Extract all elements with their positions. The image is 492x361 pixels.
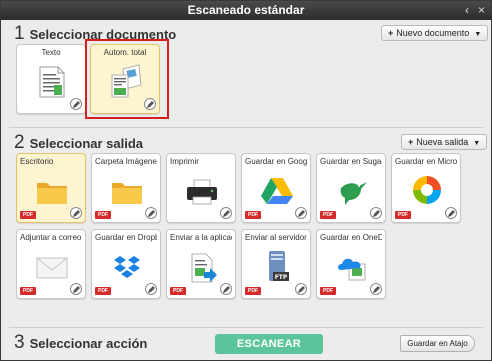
chevron-down-icon: ▼ [474,31,482,38]
separator [9,127,483,128]
pdf-badge: PDF [95,287,111,295]
edit-icon[interactable] [70,207,82,219]
onedrive-icon [338,258,366,281]
card-label: Guardar en OneDr... [320,233,382,242]
folder-icon [37,183,67,204]
card-label: Carpeta Imágenes [95,157,157,166]
output-card-carpeta-imagenes[interactable]: Carpeta Imágenes PDF [91,153,161,223]
output-card-microsoft[interactable]: Guardar en Micros... PDF [391,153,461,223]
pdf-badge: PDF [245,287,261,295]
edit-icon[interactable] [70,283,82,295]
section-number: 1 [14,23,25,44]
output-card-imprimir[interactable]: Imprimir [166,153,236,223]
edit-icon[interactable] [295,283,307,295]
output-card-enviar-aplicacion[interactable]: Enviar a la aplicación PDF [166,229,236,299]
output-card-google-drive[interactable]: Guardar en Googl... PDF [241,153,311,223]
pdf-badge: PDF [20,287,36,295]
google-drive-icon [261,178,293,204]
document-card-texto[interactable]: Texto [16,44,86,114]
scan-window: Escaneado estándar ‹ × 1 Seleccionar docu… [0,0,492,361]
section-title: Seleccionar salida [29,136,144,151]
card-label: Escritorio [20,157,54,166]
title-bar: Escaneado estándar ‹ × [1,1,491,20]
card-label: Guardar en SugarS... [320,157,382,166]
edit-icon[interactable] [370,283,382,295]
back-icon[interactable]: ‹ [465,1,469,20]
window-title: Escaneado estándar [187,3,305,17]
edit-icon[interactable] [145,283,157,295]
save-shortcut-button[interactable]: Guardar en Atajo [400,335,475,352]
edit-icon[interactable] [220,207,232,219]
edit-icon[interactable] [445,207,457,219]
selection-highlight [85,39,169,119]
scan-button[interactable]: ESCANEAR [215,334,323,354]
output-card-onedrive[interactable]: Guardar en OneDr... PDF [316,229,386,299]
edit-icon[interactable] [70,98,82,110]
pdf-badge: PDF [170,287,186,295]
output-card-correo[interactable]: Adjuntar a correo ... PDF [16,229,86,299]
pdf-badge: PDF [320,287,336,295]
edit-icon[interactable] [370,207,382,219]
card-label: Guardar en Googl... [245,157,307,166]
card-label: Texto [41,48,61,57]
card-label: Enviar al servidor F... [245,233,307,242]
ftp-server-icon: FTP [269,251,289,281]
svg-text:FTP: FTP [275,274,288,281]
card-label: Imprimir [170,157,199,166]
new-document-label: Nuevo documento [396,28,470,38]
section-title: Seleccionar acción [29,336,148,351]
output-card-escritorio[interactable]: Escritorio PDF [16,153,86,223]
section-number: 2 [14,132,25,153]
output-card-servidor-ftp[interactable]: Enviar al servidor F... FTP PDF [241,229,311,299]
folder-icon [112,183,142,204]
sugarsync-icon [340,182,367,205]
section-select-output: 2 Seleccionar salida [14,132,143,154]
new-document-button[interactable]: + Nuevo documento ▼ [381,25,489,41]
plus-icon: + [388,28,394,38]
pdf-badge: PDF [395,211,411,219]
edit-icon[interactable] [145,207,157,219]
edit-icon[interactable] [295,207,307,219]
card-label: Guardar en Micros... [395,157,457,166]
mail-icon [36,257,68,279]
new-output-label: Nueva salida [416,137,469,147]
printer-icon [187,179,217,205]
card-label: Enviar a la aplicación [170,233,232,242]
section-number: 3 [14,332,25,353]
edit-icon[interactable] [220,283,232,295]
dropbox-icon [114,256,140,278]
card-label: Guardar en Dropb... [95,233,157,242]
pdf-badge: PDF [20,211,36,219]
microsoft-icon [413,176,441,204]
section-select-action: 3 Seleccionar acción [14,332,147,354]
pdf-badge: PDF [245,211,261,219]
new-output-button[interactable]: + Nueva salida ▼ [401,134,488,150]
pdf-badge: PDF [95,211,111,219]
output-card-dropbox[interactable]: Guardar en Dropb... PDF [91,229,161,299]
card-label: Adjuntar a correo ... [20,233,82,242]
close-icon[interactable]: × [478,1,485,20]
text-document-icon [39,66,65,98]
plus-icon: + [408,137,414,147]
send-app-icon [191,253,217,283]
separator [9,327,483,328]
pdf-badge: PDF [320,211,336,219]
chevron-down-icon: ▼ [473,140,481,147]
output-card-sugarsync[interactable]: Guardar en SugarS... PDF [316,153,386,223]
